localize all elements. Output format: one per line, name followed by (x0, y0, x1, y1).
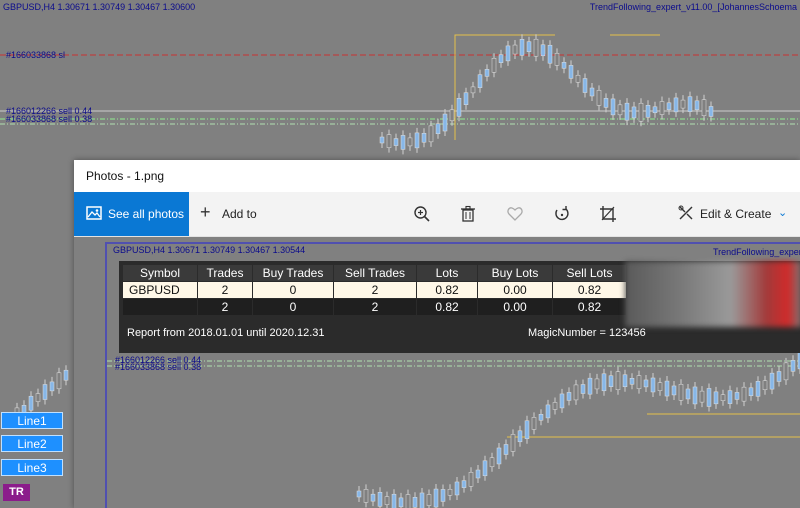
magic-number: MagicNumber = 123456 (528, 327, 646, 339)
see-all-photos-label: See all photos (108, 207, 185, 221)
report-panel: Symbol Trades Buy Trades Sell Trades Lot… (119, 261, 800, 353)
table-row-total: 2 0 2 0.82 0.00 0.82 (123, 299, 626, 315)
edit-create-label: Edit & Create (700, 207, 772, 221)
cell-sell-trades: 2 (334, 299, 416, 315)
title-bar[interactable]: Photos - 1.png (74, 160, 800, 192)
cell-buy-trades: 0 (253, 299, 333, 315)
plus-icon: + (200, 202, 211, 222)
col-sell-trades: Sell Trades (334, 265, 416, 281)
col-buy-lots: Buy Lots (478, 265, 552, 281)
cell-lots: 0.82 (417, 282, 477, 298)
cell-trades: 2 (198, 299, 252, 315)
cell-symbol (123, 299, 197, 315)
cell-lots: 0.82 (417, 299, 477, 315)
photos-icon (86, 206, 102, 220)
cell-sell-lots: 0.82 (553, 282, 626, 298)
cell-sell-trades: 2 (334, 282, 416, 298)
report-date-range: Report from 2018.01.01 until 2020.12.31 (127, 327, 325, 339)
window-title: Photos - 1.png (86, 169, 165, 183)
displayed-image: GBPUSD,H4 1.30671 1.30749 1.30467 1.3054… (105, 242, 800, 508)
cell-sell-lots: 0.82 (553, 299, 626, 315)
image-viewer[interactable]: GBPUSD,H4 1.30671 1.30749 1.30467 1.3054… (74, 237, 800, 508)
add-to-label: Add to (222, 207, 257, 221)
line1-button[interactable]: Line1 (1, 412, 63, 429)
level-label-sell-2: #166033868 sell 0.38 (6, 114, 93, 124)
col-trades: Trades (198, 265, 252, 281)
report-header-row: Symbol Trades Buy Trades Sell Trades Lot… (123, 265, 626, 281)
col-buy-trades: Buy Trades (253, 265, 333, 281)
tr-badge[interactable]: TR (3, 484, 30, 501)
see-all-photos-button[interactable]: See all photos (74, 192, 189, 236)
line2-button[interactable]: Line2 (1, 435, 63, 452)
cell-trades: 2 (198, 282, 252, 298)
blurred-region (625, 261, 800, 327)
chevron-down-icon: ⌄ (778, 207, 788, 219)
zoom-icon[interactable] (413, 205, 431, 223)
col-lots: Lots (417, 265, 477, 281)
col-symbol: Symbol (123, 265, 197, 281)
cell-buy-lots: 0.00 (478, 299, 552, 315)
photos-window: Photos - 1.png See all photos + Add to E… (74, 160, 800, 508)
delete-icon[interactable] (459, 205, 477, 223)
inner-chart-header: GBPUSD,H4 1.30671 1.30749 1.30467 1.3054… (113, 245, 306, 255)
inner-level-label-2: #166033868 sell 0.38 (115, 362, 202, 372)
cell-buy-lots: 0.00 (478, 282, 552, 298)
cell-buy-trades: 0 (253, 282, 333, 298)
chart-expert-name: TrendFollowing_expert_v11.00_[JohannesSc… (589, 2, 797, 12)
level-label-sl: #166033868 sl (6, 50, 66, 60)
rotate-icon[interactable] (553, 205, 571, 223)
report-table: Symbol Trades Buy Trades Sell Trades Lot… (122, 264, 627, 316)
chart-header: GBPUSD,H4 1.30671 1.30749 1.30467 1.3060… (3, 2, 196, 12)
line3-button[interactable]: Line3 (1, 459, 63, 476)
table-row: GBPUSD 2 0 2 0.82 0.00 0.82 (123, 282, 626, 298)
edit-create-icon (678, 205, 693, 220)
cell-symbol: GBPUSD (123, 282, 197, 298)
inner-chart-expert-name: TrendFollowing_expert (713, 247, 800, 257)
photos-toolbar: See all photos + Add to Edit & Create ⌄ (74, 192, 800, 237)
favorite-icon[interactable] (506, 205, 524, 223)
col-sell-lots: Sell Lots (553, 265, 626, 281)
crop-icon[interactable] (599, 205, 617, 223)
